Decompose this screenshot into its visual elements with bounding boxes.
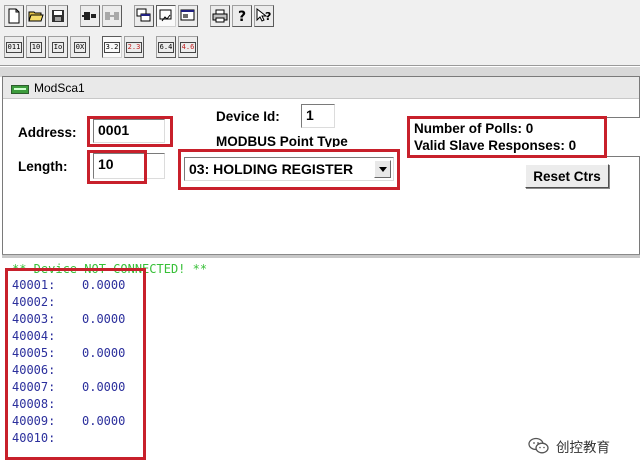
context-help-icon: ? <box>256 8 271 23</box>
point-type-value: 03: HOLDING REGISTER <box>189 161 354 177</box>
valid-slave-responses: Valid Slave Responses: 0 <box>414 138 577 153</box>
format-32-label: 3.2 <box>103 41 121 53</box>
register-value: 0.0000 <box>82 414 126 428</box>
register-value: 0.0000 <box>82 380 126 394</box>
tile-windows-button[interactable] <box>134 5 154 27</box>
tile-windows-icon <box>136 8 151 22</box>
toolbar-separator <box>200 5 208 31</box>
device-id-value: 1 <box>306 107 314 123</box>
point-type-select[interactable]: 03: HOLDING REGISTER <box>184 157 394 181</box>
toolbar-separator <box>92 36 100 62</box>
window-title: ModSca1 <box>34 81 85 95</box>
save-button[interactable] <box>48 5 68 27</box>
length-input[interactable]: 10 <box>93 153 165 179</box>
register-value: 0.0000 <box>82 278 126 292</box>
display-icon <box>180 9 195 21</box>
poll-stats-panel: Number of Polls: 0 Valid Slave Responses… <box>409 117 640 157</box>
connect-icon <box>82 12 96 20</box>
window-icon <box>11 85 29 94</box>
format-10-button[interactable]: 10 <box>26 36 46 58</box>
address-input[interactable]: 0001 <box>93 119 165 143</box>
register-address: 40001: <box>12 278 56 292</box>
format-0x-button[interactable]: 0X <box>70 36 90 58</box>
device-id-label: Device Id: <box>216 109 280 124</box>
format-io-label: Io <box>51 41 65 53</box>
register-address: 40006: <box>12 363 56 377</box>
register-address: 40009: <box>12 414 56 428</box>
svg-text:?: ? <box>265 10 271 23</box>
dropdown-arrow-button[interactable] <box>374 160 391 178</box>
wechat-logo-icon <box>528 437 549 454</box>
register-value: 0.0000 <box>82 346 126 360</box>
format-io-button[interactable]: Io <box>48 36 68 58</box>
length-label: Length: <box>18 159 68 174</box>
register-value: 0.0000 <box>82 312 126 326</box>
new-document-button[interactable] <box>4 5 24 27</box>
register-address: 40005: <box>12 346 56 360</box>
print-button[interactable] <box>210 5 230 27</box>
print-icon <box>212 9 228 23</box>
disconnect-button[interactable] <box>102 5 122 27</box>
new-document-icon <box>8 8 20 24</box>
help-question-icon: ? <box>238 9 246 24</box>
help-button[interactable]: ? <box>232 5 252 27</box>
svg-text:?: ? <box>238 9 246 24</box>
register-address: 40003: <box>12 312 56 326</box>
context-help-button[interactable]: ? <box>254 5 274 27</box>
open-folder-icon <box>28 11 44 22</box>
format-011-button[interactable]: 011 <box>4 36 24 58</box>
device-id-input[interactable]: 1 <box>301 104 335 128</box>
view-button[interactable] <box>156 5 176 27</box>
address-value: 0001 <box>98 122 130 138</box>
toolbar-separator <box>124 5 132 31</box>
window-title-bar[interactable]: ModSca1 <box>3 77 639 99</box>
length-value: 10 <box>98 156 114 172</box>
chevron-down-icon <box>378 166 387 172</box>
format-32-button[interactable]: 3.2 <box>102 36 122 58</box>
disconnect-icon <box>105 12 119 20</box>
open-button[interactable] <box>26 5 46 27</box>
register-address: 40008: <box>12 397 56 411</box>
toolbar-separator <box>146 36 154 62</box>
display-button[interactable] <box>178 5 198 27</box>
number-of-polls: Number of Polls: 0 <box>414 121 534 136</box>
point-type-label: MODBUS Point Type <box>216 134 348 147</box>
address-label: Address: <box>18 125 77 140</box>
format-011-label: 011 <box>5 41 23 53</box>
reset-counters-button[interactable]: Reset Ctrs <box>525 164 609 188</box>
format-23-button[interactable]: 2.3 <box>124 36 144 58</box>
watermark-text: 创控教育 <box>556 440 610 455</box>
register-address: 40007: <box>12 380 56 394</box>
register-address: 40004: <box>12 329 56 343</box>
register-address: 40010: <box>12 431 56 445</box>
format-23-label: 2.3 <box>125 41 143 53</box>
connect-button[interactable] <box>80 5 100 27</box>
watermark: 创控教育 <box>528 436 610 456</box>
format-10-label: 10 <box>29 41 43 53</box>
save-disk-icon <box>52 10 64 22</box>
format-64-button[interactable]: 6.4 <box>156 36 176 58</box>
register-address: 40002: <box>12 295 56 309</box>
toolbar-row-2: 011 10 Io 0X 3.2 2.3 6.4 4.6 <box>4 36 198 62</box>
toolbar-separator <box>70 5 78 31</box>
view-icon <box>159 9 172 22</box>
toolbar-row-1: ? ? <box>4 5 274 31</box>
toolbar-area: ? ? 011 10 Io 0X 3.2 2.3 6.4 4.6 <box>0 0 640 66</box>
format-0x-label: 0X <box>73 41 87 53</box>
format-64-label: 6.4 <box>157 41 175 53</box>
connection-status: ** Device NOT CONNECTED! ** <box>12 262 208 276</box>
format-46-button[interactable]: 4.6 <box>178 36 198 58</box>
format-46-label: 4.6 <box>179 41 197 53</box>
